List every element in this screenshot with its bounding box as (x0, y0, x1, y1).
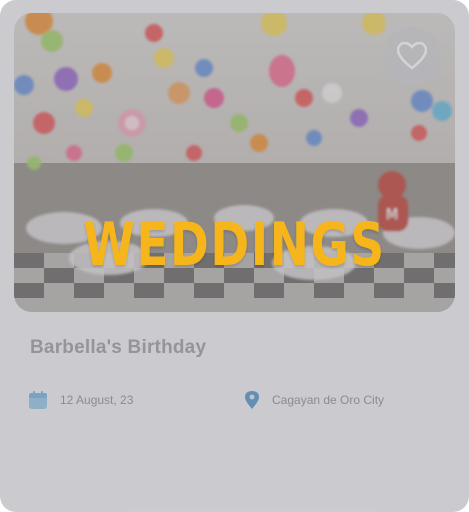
calendar-icon (29, 391, 47, 409)
event-card[interactable]: M Barbella's Birthday 12 August, 23 Caga… (0, 0, 469, 512)
event-title: Barbella's Birthday (30, 337, 207, 358)
map-pin-icon (245, 391, 259, 409)
category-label: WEDDINGS (83, 210, 386, 280)
event-date: 12 August, 23 (28, 390, 133, 410)
event-location-text: Cagayan de Oro City (272, 393, 385, 407)
favorite-button[interactable] (383, 27, 441, 85)
event-location: Cagayan de Oro City (244, 390, 384, 410)
event-date-text: 12 August, 23 (60, 393, 134, 407)
heart-icon (397, 42, 427, 70)
